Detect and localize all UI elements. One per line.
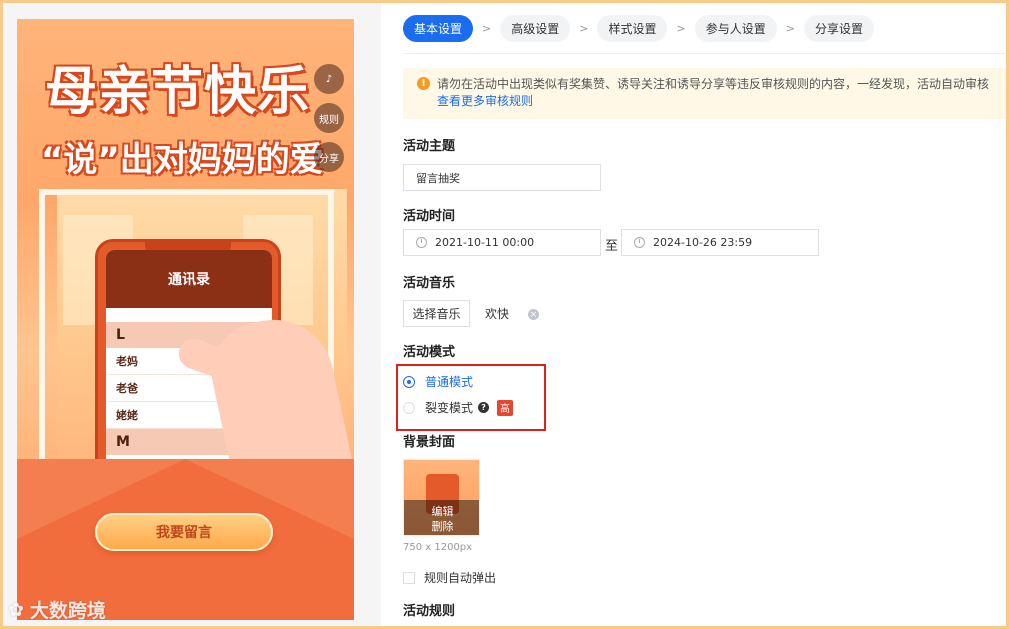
share-side-button[interactable]: 分享	[314, 142, 344, 172]
cover-size-hint: 750 x 1200px	[403, 542, 473, 553]
watermark: ✿ 大数跨境	[8, 596, 106, 623]
cover-actions: 编辑 删除	[404, 500, 479, 535]
auto-popup-option[interactable]: 规则自动弹出	[403, 569, 496, 586]
cover-edit-button[interactable]: 编辑	[432, 504, 454, 519]
chevron-right-icon: >	[482, 22, 492, 35]
notice-text: 请勿在活动中出现类似有奖集赞、诱导关注和诱导分享等违反审核规则的内容，一经发现，…	[437, 77, 990, 91]
start-time-value: 2021-10-11 00:00	[435, 236, 535, 249]
range-separator: 至	[605, 239, 619, 254]
music-label: 活动音乐	[403, 276, 456, 291]
step-style-settings[interactable]: 样式设置	[597, 15, 668, 42]
auto-popup-checkbox[interactable]	[403, 571, 415, 584]
step-participant-settings[interactable]: 参与人设置	[694, 15, 777, 42]
selected-music-name: 欢快	[485, 307, 510, 321]
auto-popup-label: 规则自动弹出	[424, 571, 497, 585]
warning-icon: !	[417, 77, 430, 90]
clock-icon	[634, 237, 645, 248]
step-share-settings[interactable]: 分享设置	[803, 15, 874, 42]
leave-message-button[interactable]: 我要留言	[95, 513, 273, 551]
review-rules-link[interactable]: 查看更多审核规则	[437, 93, 1009, 110]
radio-checked[interactable]	[403, 375, 415, 388]
help-icon[interactable]: ?	[478, 402, 490, 413]
premium-badge: 高	[497, 399, 514, 416]
mode-option-normal[interactable]: 普通模式	[403, 373, 473, 390]
cover-label: 背景封面	[403, 435, 456, 450]
preview-subtitle: “说”出对妈妈的爱	[41, 140, 324, 180]
contact-spacer	[106, 308, 272, 322]
mode-label: 活动模式	[403, 345, 456, 360]
rules-label: 活动规则	[403, 604, 456, 619]
mode-option-fission[interactable]: 裂变模式 ? 高	[403, 399, 514, 416]
time-label: 活动时间	[403, 209, 456, 224]
radio-unchecked[interactable]	[403, 401, 415, 414]
theme-input[interactable]: 留言抽奖	[403, 164, 601, 191]
mode-option-label: 普通模式	[425, 375, 474, 389]
chevron-right-icon: >	[785, 22, 795, 35]
activity-preview: 母亲节快乐 “说”出对妈妈的爱 ♪ 规则 分享 通讯录 L 老妈 老爸 姥姥 M…	[17, 19, 354, 620]
divider	[403, 53, 1009, 54]
clear-music-icon[interactable]: ×	[528, 309, 539, 320]
clock-icon	[416, 237, 427, 248]
step-advanced-settings[interactable]: 高级设置	[500, 15, 571, 42]
start-time-input[interactable]: 2021-10-11 00:00	[403, 229, 601, 256]
select-music-button[interactable]: 选择音乐	[403, 300, 470, 327]
contacts-header: 通讯录	[106, 250, 272, 308]
chevron-right-icon: >	[579, 22, 589, 35]
theme-label: 活动主题	[403, 139, 456, 154]
step-navigation: 基本设置 > 高级设置 > 样式设置 > 参与人设置 > 分享设置	[403, 15, 874, 42]
cover-delete-button[interactable]: 删除	[432, 519, 454, 534]
watermark-logo-icon: ✿	[8, 598, 24, 621]
rules-side-button[interactable]: 规则	[314, 103, 344, 133]
step-basic-settings[interactable]: 基本设置	[403, 15, 474, 42]
review-notice: ! 请勿在活动中出现类似有奖集赞、诱导关注和诱导分享等违反审核规则的内容，一经发…	[403, 68, 1009, 119]
watermark-text: 大数跨境	[29, 600, 106, 622]
end-time-input[interactable]: 2024-10-26 23:59	[621, 229, 819, 256]
cover-thumbnail[interactable]: 编辑 删除	[403, 459, 480, 536]
end-time-value: 2024-10-26 23:59	[653, 236, 753, 249]
mode-option-label: 裂变模式	[425, 401, 474, 415]
preview-title: 母亲节快乐	[45, 62, 311, 122]
chevron-right-icon: >	[676, 22, 686, 35]
music-note-icon[interactable]: ♪	[314, 64, 344, 94]
